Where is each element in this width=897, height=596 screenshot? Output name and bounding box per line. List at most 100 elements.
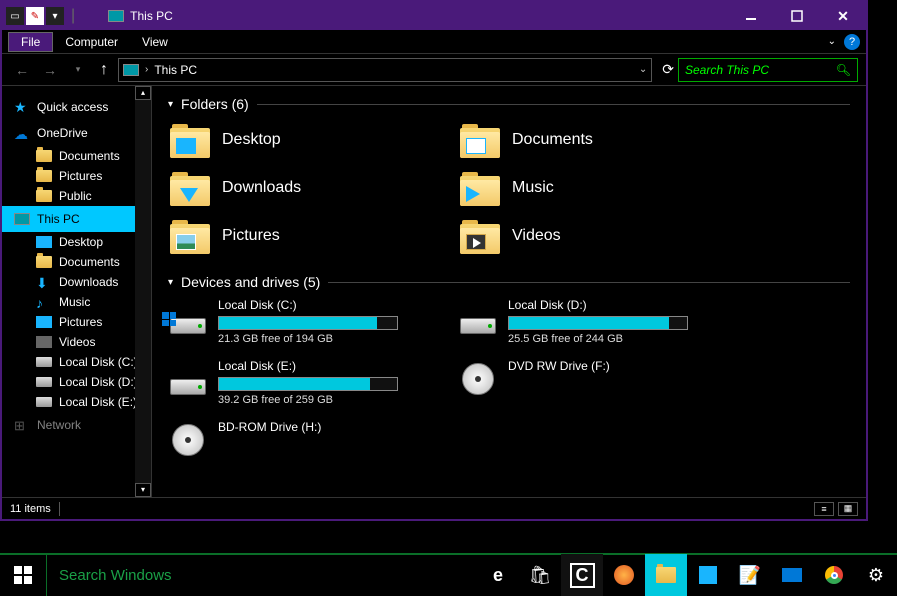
drives-section-header[interactable]: ▾ Devices and drives (5) bbox=[168, 274, 850, 290]
sidebar-label: Quick access bbox=[37, 100, 108, 114]
drive-free-text: 21.3 GB free of 194 GB bbox=[218, 333, 428, 345]
minimize-button[interactable] bbox=[728, 2, 774, 30]
sidebar-label: This PC bbox=[37, 212, 80, 226]
folder-item[interactable]: Pictures bbox=[168, 216, 418, 256]
taskbar-search[interactable]: Search Windows bbox=[46, 554, 366, 596]
sidebar-item-label: Documents bbox=[59, 255, 120, 269]
sidebar-item[interactable]: ♪ Music bbox=[2, 292, 151, 312]
item-icon: ♪ bbox=[36, 295, 52, 309]
expand-ribbon-icon[interactable]: ⌄ bbox=[828, 36, 836, 47]
settings-tile-icon[interactable] bbox=[771, 554, 813, 596]
sidebar-quick-access[interactable]: ★ Quick access bbox=[2, 94, 151, 120]
drives-grid: Local Disk (C:) 21.3 GB free of 194 GB L… bbox=[168, 298, 850, 456]
sidebar-item[interactable]: Pictures bbox=[2, 312, 151, 332]
view-toggles: ≡ ▦ bbox=[814, 502, 858, 516]
drive-free-text: 39.2 GB free of 259 GB bbox=[218, 394, 428, 406]
item-icon bbox=[36, 236, 52, 248]
app-blue-icon[interactable] bbox=[687, 554, 729, 596]
item-icon bbox=[36, 316, 52, 328]
notepad-icon[interactable]: 📝 bbox=[729, 554, 771, 596]
section-rule bbox=[257, 104, 850, 105]
chrome-icon[interactable] bbox=[813, 554, 855, 596]
folder-item[interactable]: Music bbox=[458, 168, 708, 208]
settings-gear-icon[interactable]: ⚙ bbox=[855, 554, 897, 596]
scroll-down-button[interactable]: ▾ bbox=[135, 483, 151, 497]
section-title: Folders (6) bbox=[181, 96, 249, 112]
back-button[interactable]: ← bbox=[10, 58, 34, 82]
close-button[interactable]: ✕ bbox=[820, 2, 866, 30]
drive-item[interactable]: Local Disk (C:) 21.3 GB free of 194 GB bbox=[168, 298, 428, 345]
folder-item[interactable]: Videos bbox=[458, 216, 708, 256]
start-button[interactable] bbox=[0, 554, 46, 596]
drive-item[interactable]: BD-ROM Drive (H:) bbox=[168, 420, 428, 456]
file-menu[interactable]: File bbox=[8, 32, 53, 52]
sidebar-network[interactable]: ⊞ Network bbox=[2, 412, 151, 438]
drive-info: Local Disk (E:) 39.2 GB free of 259 GB bbox=[218, 359, 428, 406]
view-menu[interactable]: View bbox=[130, 33, 180, 51]
folder-item[interactable]: Desktop bbox=[168, 120, 418, 160]
sidebar-label: OneDrive bbox=[37, 126, 88, 140]
window-controls: ✕ bbox=[728, 2, 866, 30]
forward-button[interactable]: → bbox=[38, 58, 62, 82]
maximize-button[interactable] bbox=[774, 2, 820, 30]
pc-icon bbox=[14, 213, 30, 225]
sidebar-item[interactable]: Documents bbox=[2, 252, 151, 272]
address-dropdown-icon[interactable]: ⌄ bbox=[639, 64, 647, 75]
network-icon: ⊞ bbox=[14, 418, 30, 432]
sidebar-item-label: Local Disk (E:) bbox=[59, 395, 137, 409]
folder-item[interactable]: Downloads bbox=[168, 168, 418, 208]
drive-info: Local Disk (D:) 25.5 GB free of 244 GB bbox=[508, 298, 718, 345]
sidebar-item-label: Pictures bbox=[59, 169, 102, 183]
sidebar-item[interactable]: Local Disk (D:) bbox=[2, 372, 151, 392]
sidebar-this-pc[interactable]: This PC bbox=[2, 206, 151, 232]
folder-icon bbox=[170, 218, 210, 254]
qat-dropdown-icon[interactable]: ▾ bbox=[46, 7, 64, 25]
folder-label: Pictures bbox=[222, 227, 280, 245]
drive-item[interactable]: Local Disk (D:) 25.5 GB free of 244 GB bbox=[458, 298, 718, 345]
sidebar-item[interactable]: Pictures bbox=[2, 166, 151, 186]
sidebar-item[interactable]: ⬇ Downloads bbox=[2, 272, 151, 292]
drive-info: DVD RW Drive (F:) bbox=[508, 359, 718, 406]
drive-name: DVD RW Drive (F:) bbox=[508, 359, 718, 373]
search-box[interactable]: Search This PC 🔍︎ bbox=[678, 58, 858, 82]
sidebar-item[interactable]: Local Disk (C:) bbox=[2, 352, 151, 372]
sidebar-item[interactable]: Desktop bbox=[2, 232, 151, 252]
search-placeholder: Search This PC bbox=[685, 63, 836, 77]
sidebar-onedrive[interactable]: ☁ OneDrive bbox=[2, 120, 151, 146]
explorer-icon[interactable] bbox=[645, 554, 687, 596]
status-bar: 11 items ≡ ▦ bbox=[2, 497, 866, 519]
sidebar-scrollbar[interactable]: ▴ ▾ bbox=[135, 86, 151, 497]
store-icon[interactable]: 🛍︎ bbox=[519, 554, 561, 596]
help-icon[interactable]: ? bbox=[844, 34, 860, 50]
sidebar-item[interactable]: Videos bbox=[2, 332, 151, 352]
qat-properties-icon[interactable]: ▭ bbox=[6, 7, 24, 25]
folders-section-header[interactable]: ▾ Folders (6) bbox=[168, 96, 850, 112]
edge-icon[interactable]: e bbox=[477, 554, 519, 596]
firefox-icon[interactable] bbox=[603, 554, 645, 596]
folder-icon bbox=[36, 170, 52, 182]
drive-icon bbox=[168, 298, 208, 334]
address-bar[interactable]: › This PC ⌄ bbox=[118, 58, 652, 82]
icons-view-button[interactable]: ▦ bbox=[838, 502, 858, 516]
drive-item[interactable]: Local Disk (E:) 39.2 GB free of 259 GB bbox=[168, 359, 428, 406]
sidebar-item[interactable]: Public bbox=[2, 186, 151, 206]
drive-item[interactable]: DVD RW Drive (F:) bbox=[458, 359, 718, 406]
status-divider bbox=[59, 502, 60, 516]
scroll-up-button[interactable]: ▴ bbox=[135, 86, 151, 100]
chevron-right-icon: › bbox=[145, 64, 148, 75]
up-button[interactable]: ↑ bbox=[94, 61, 114, 79]
windows-logo-icon bbox=[14, 566, 32, 584]
folder-item[interactable]: Documents bbox=[458, 120, 708, 160]
app-c-icon[interactable]: C bbox=[561, 554, 603, 596]
qat-newfolder-icon[interactable]: ✎ bbox=[26, 7, 44, 25]
sidebar-item[interactable]: Documents bbox=[2, 146, 151, 166]
sidebar-item[interactable]: Local Disk (E:) bbox=[2, 392, 151, 412]
drive-info: BD-ROM Drive (H:) bbox=[218, 420, 428, 456]
computer-menu[interactable]: Computer bbox=[53, 33, 130, 51]
refresh-button[interactable]: ⟳ bbox=[662, 61, 674, 78]
section-rule bbox=[328, 282, 850, 283]
folder-icon bbox=[460, 218, 500, 254]
details-view-button[interactable]: ≡ bbox=[814, 502, 834, 516]
history-dropdown-icon[interactable]: ▾ bbox=[66, 58, 90, 82]
star-icon: ★ bbox=[14, 100, 30, 114]
